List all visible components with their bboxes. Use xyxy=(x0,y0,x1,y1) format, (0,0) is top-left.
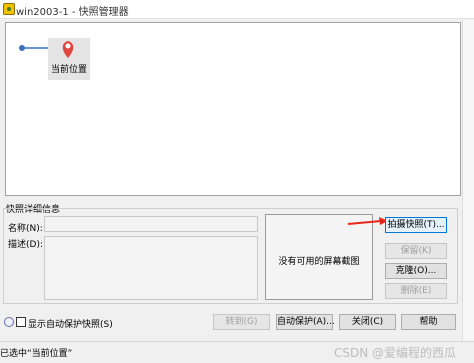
annotation-arrow xyxy=(347,217,388,225)
description-field[interactable] xyxy=(44,236,258,300)
delete-button[interactable]: 删除(E) xyxy=(385,283,447,299)
description-label: 描述(D): xyxy=(8,240,43,250)
show-autoprotect-checkbox[interactable] xyxy=(16,317,26,327)
help-button[interactable]: 帮助 xyxy=(401,314,456,330)
snapshot-root-icon xyxy=(19,45,25,51)
autoprotect-button[interactable]: 自动保护(A)... xyxy=(276,314,335,330)
name-label: 名称(N): xyxy=(8,224,43,234)
window-edge-strip xyxy=(462,20,474,344)
vmware-app-icon xyxy=(3,3,15,15)
watermark-text: CSDN @爱编程的西瓜 xyxy=(334,346,457,360)
take-snapshot-button[interactable]: 拍摄快照(T)... xyxy=(385,217,447,233)
name-field[interactable] xyxy=(44,216,258,232)
clone-button[interactable]: 克隆(O)... xyxy=(385,263,447,279)
status-text: 已选中“当前位置” xyxy=(0,349,73,359)
preview-placeholder-text: 没有可用的屏幕截图 xyxy=(278,257,360,267)
status-bar: 已选中“当前位置” CSDN @爱编程的西瓜 xyxy=(0,341,474,363)
current-node-label: 当前位置 xyxy=(51,63,87,75)
close-button[interactable]: 关闭(C) xyxy=(339,314,396,330)
window-title: win2003-1 - 快照管理器 xyxy=(16,7,129,18)
autoprotect-status-icon xyxy=(4,317,14,327)
show-autoprotect-label[interactable]: 显示自动保护快照(S) xyxy=(28,317,113,330)
title-bar: win2003-1 - 快照管理器 xyxy=(0,0,474,19)
goto-button[interactable]: 转到(G) xyxy=(213,314,270,330)
snapshot-tree-canvas[interactable]: 当前位置 xyxy=(5,22,461,196)
keep-button[interactable]: 保留(K) xyxy=(385,243,447,259)
